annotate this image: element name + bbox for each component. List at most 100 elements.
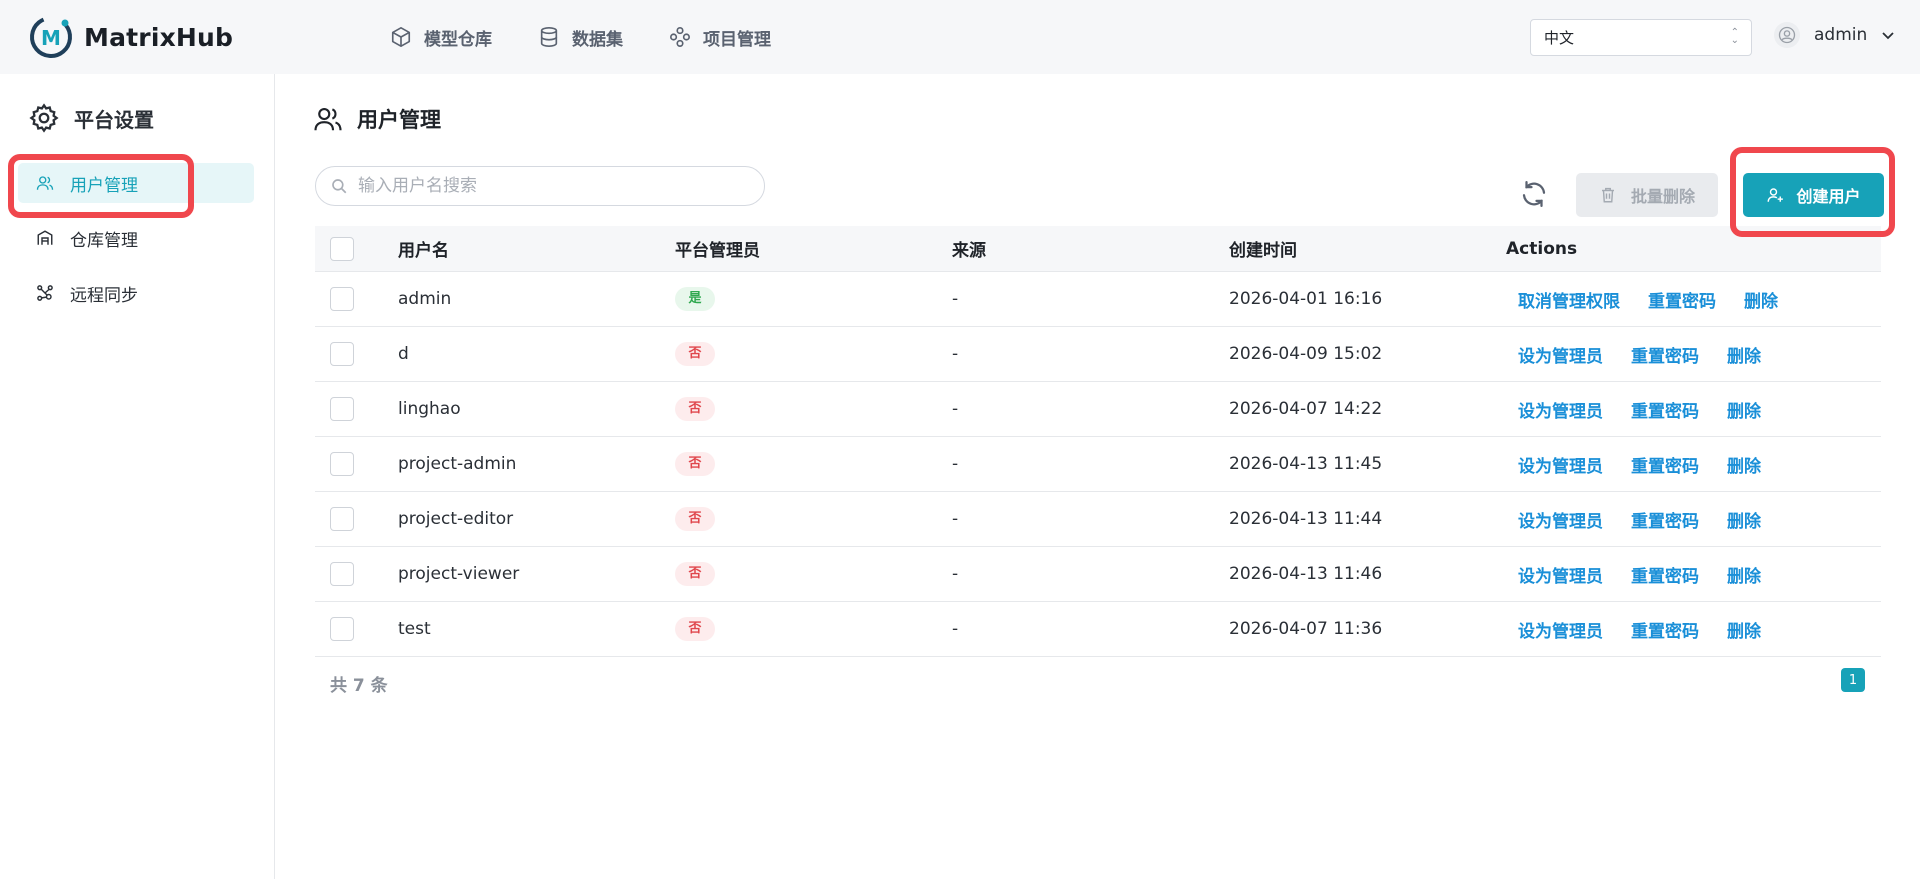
cell-source: -: [952, 289, 959, 309]
sidebar-title: 平台设置: [28, 102, 154, 134]
reset-password-link[interactable]: 重置密码: [1631, 342, 1699, 367]
cell-created-time: 2026-04-09 15:02: [1229, 344, 1383, 364]
reset-password-link[interactable]: 重置密码: [1631, 507, 1699, 532]
avatar: [1774, 22, 1800, 48]
delete-link[interactable]: 删除: [1727, 562, 1761, 587]
search-input[interactable]: [358, 176, 738, 196]
cell-source: -: [952, 509, 959, 529]
svg-text:M: M: [41, 26, 61, 50]
table-body: admin 是 -2026-04-01 16:16 取消管理权限 重置密码 删除 d 否 -20…: [315, 272, 1881, 657]
search-icon: [332, 179, 347, 194]
gear-icon: [29, 103, 59, 133]
header-actions: Actions: [1506, 238, 1578, 259]
cell-created-time: 2026-04-01 16:16: [1229, 289, 1383, 309]
sidebar-item-label: 仓库管理: [70, 230, 138, 251]
sidebar-item-remote-sync[interactable]: 远程同步: [18, 273, 254, 313]
delete-link[interactable]: 删除: [1744, 287, 1778, 312]
main-content: 用户管理 批量删除 创建用户 用户名 平台管理员 来源 创建时间 Actions…: [275, 74, 1920, 879]
row-checkbox[interactable]: [330, 342, 354, 366]
language-select[interactable]: 中文 ⌃ ⌄: [1530, 19, 1752, 56]
cell-username: d: [398, 344, 409, 364]
cell-source: -: [952, 619, 959, 639]
table-row: linghao 否 - 2026-04-07 14:22 设为管理员 重置密码 删除: [315, 382, 1881, 437]
nav-label: 数据集: [572, 29, 623, 50]
table-row: test 否 - 2026-04-07 11:36 设为管理员 重置密码 删除: [315, 602, 1881, 657]
toggle-admin-link[interactable]: 设为管理员: [1518, 562, 1603, 587]
select-all-checkbox[interactable]: [330, 236, 354, 261]
row-checkbox[interactable]: [330, 507, 354, 531]
delete-link[interactable]: 删除: [1727, 507, 1761, 532]
user-menu[interactable]: admin: [1774, 22, 1895, 48]
bulk-delete-button[interactable]: 批量删除: [1576, 173, 1718, 217]
chevron-down-icon: [1882, 32, 1894, 40]
row-checkbox[interactable]: [330, 397, 354, 421]
sidebar-item-warehouse[interactable]: 仓库管理: [18, 218, 254, 258]
toggle-admin-link[interactable]: 设为管理员: [1518, 342, 1603, 367]
cell-username: test: [398, 619, 431, 639]
top-nav: 模型仓库 数据集 项目管理: [390, 0, 817, 74]
highlight-annotation-create: [1730, 147, 1895, 237]
nav-datasets[interactable]: 数据集: [538, 25, 623, 50]
header-platform-admin[interactable]: 平台管理员: [675, 236, 952, 261]
cell-source: -: [952, 399, 959, 419]
search-box: [315, 166, 765, 206]
toggle-admin-link[interactable]: 设为管理员: [1518, 397, 1603, 422]
toggle-admin-link[interactable]: 取消管理权限: [1518, 287, 1620, 312]
page-number-button[interactable]: 1: [1841, 668, 1865, 692]
reset-password-link[interactable]: 重置密码: [1648, 287, 1716, 312]
header-username[interactable]: 用户名: [398, 236, 675, 261]
row-checkbox[interactable]: [330, 617, 354, 641]
delete-link[interactable]: 删除: [1727, 452, 1761, 477]
table-header: 用户名 平台管理员 来源 创建时间 Actions: [315, 226, 1881, 272]
cell-username: project-viewer: [398, 564, 520, 584]
reset-password-link[interactable]: 重置密码: [1631, 397, 1699, 422]
admin-status-badge: 否: [675, 507, 715, 531]
bulk-delete-label: 批量删除: [1630, 187, 1695, 206]
reset-password-link[interactable]: 重置密码: [1631, 617, 1699, 642]
total-count: 共 7 条: [330, 676, 388, 696]
cell-created-time: 2026-04-07 14:22: [1229, 399, 1383, 419]
nav-label: 模型仓库: [424, 29, 492, 50]
trash-icon: [1601, 187, 1614, 203]
select-updown-icon: ⌃ ⌄: [1730, 27, 1739, 46]
delete-link[interactable]: 删除: [1727, 342, 1761, 367]
project-icon: [670, 27, 690, 47]
sync-nodes-icon: [37, 285, 53, 301]
app-name: MatrixHub: [84, 22, 234, 52]
refresh-icon[interactable]: [1519, 179, 1549, 209]
language-value: 中文: [1544, 29, 1575, 47]
cell-username: project-admin: [398, 454, 517, 474]
highlight-annotation-users: [8, 154, 194, 218]
reset-password-link[interactable]: 重置密码: [1631, 562, 1699, 587]
user-name: admin: [1814, 25, 1868, 45]
delete-link[interactable]: 删除: [1727, 617, 1761, 642]
toggle-admin-link[interactable]: 设为管理员: [1518, 452, 1603, 477]
users-icon: [314, 107, 342, 131]
delete-link[interactable]: 删除: [1727, 397, 1761, 422]
row-checkbox[interactable]: [330, 452, 354, 476]
reset-password-link[interactable]: 重置密码: [1631, 452, 1699, 477]
admin-status-badge: 是: [675, 287, 715, 311]
admin-status-badge: 否: [675, 342, 715, 366]
toggle-admin-link[interactable]: 设为管理员: [1518, 507, 1603, 532]
cell-created-time: 2026-04-07 11:36: [1229, 619, 1383, 639]
cell-username: linghao: [398, 399, 461, 419]
row-checkbox[interactable]: [330, 287, 354, 311]
matrixhub-logo-icon: M: [30, 16, 72, 58]
nav-projects[interactable]: 项目管理: [669, 25, 771, 50]
header-created-time[interactable]: 创建时间: [1229, 236, 1506, 261]
cell-created-time: 2026-04-13 11:46: [1229, 564, 1383, 584]
user-avatar-icon: [1778, 26, 1796, 44]
app-logo[interactable]: M MatrixHub: [28, 14, 233, 60]
row-checkbox[interactable]: [330, 562, 354, 586]
table-row: project-admin 否 - 2026-04-13 11:45 设为管理员 重置密码…: [315, 437, 1881, 492]
table-row: project-editor 否 - 2026-04-13 11:44 设为管理员 重置密…: [315, 492, 1881, 547]
page-title-label: 用户管理: [357, 108, 441, 132]
nav-model-repo[interactable]: 模型仓库: [390, 25, 492, 50]
cell-source: -: [952, 564, 959, 584]
toggle-admin-link[interactable]: 设为管理员: [1518, 617, 1603, 642]
header-source[interactable]: 来源: [952, 236, 1229, 261]
database-icon: [540, 27, 558, 47]
cell-username: project-editor: [398, 509, 514, 529]
table-row: d 否 - 2026-04-09 15:02 设为管理员 重置密码 删除: [315, 327, 1881, 382]
